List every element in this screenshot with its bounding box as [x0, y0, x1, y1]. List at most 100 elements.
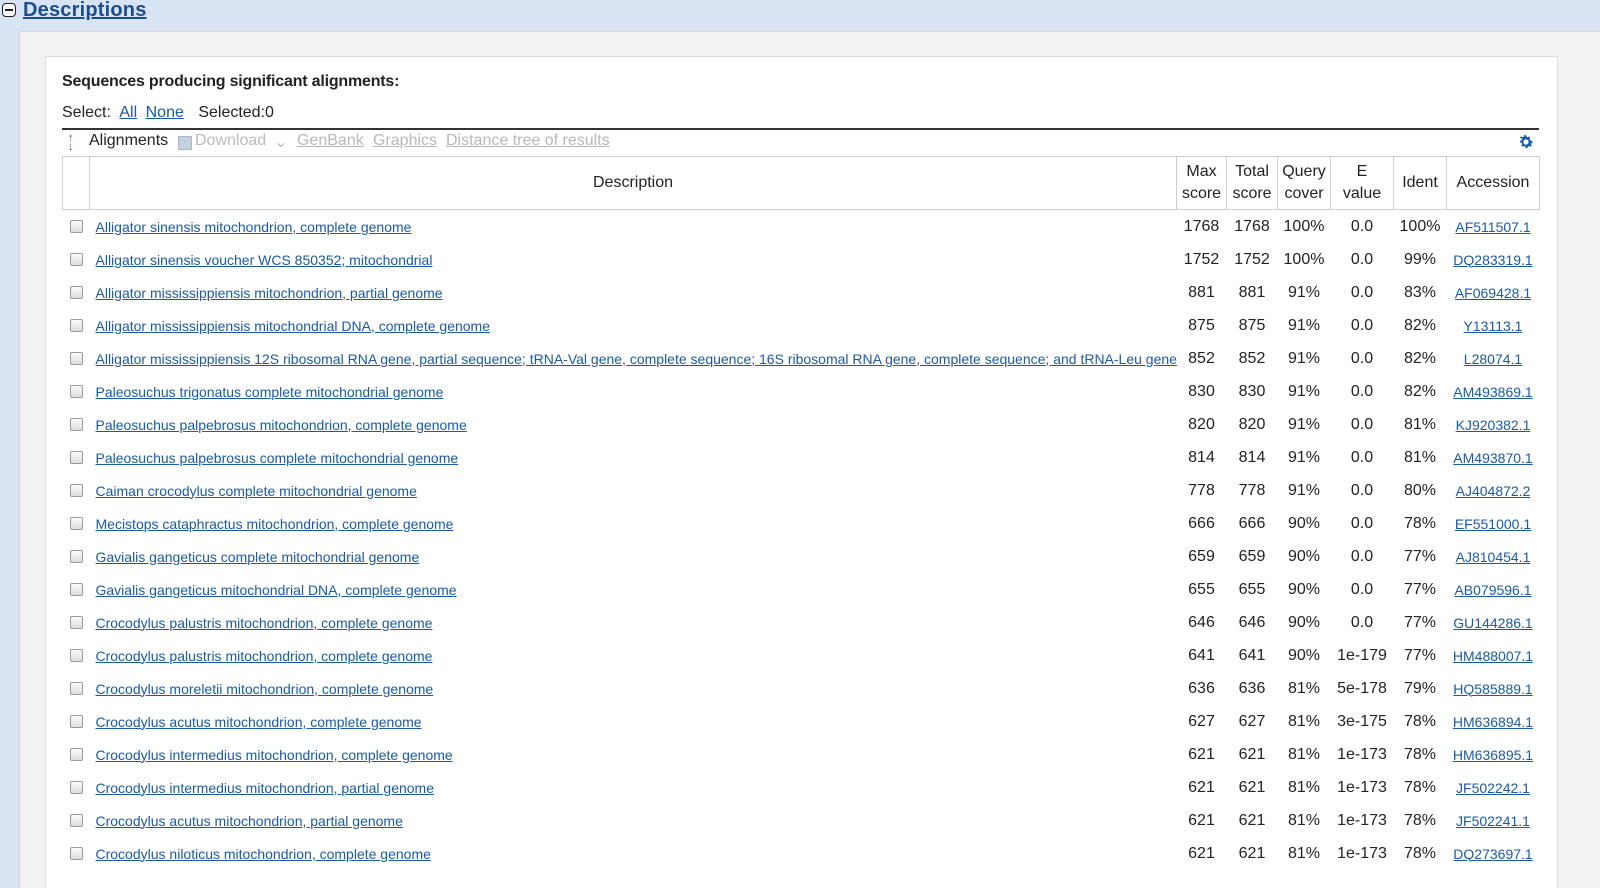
row-e-value: 0.0: [1350, 283, 1374, 301]
row-description-link[interactable]: Alligator sinensis mitochondrion, comple…: [96, 219, 412, 235]
row-accession-link[interactable]: EF551000.1: [1455, 516, 1531, 532]
genbank-link[interactable]: GenBank: [297, 132, 364, 150]
row-checkbox[interactable]: [69, 516, 83, 530]
header-accession[interactable]: Accession: [1446, 156, 1540, 210]
row-description-link[interactable]: Crocodylus intermedius mitochondrion, co…: [96, 747, 453, 763]
row-query-cover: 91%: [1287, 382, 1321, 400]
row-checkbox[interactable]: [69, 252, 83, 266]
row-accession-link[interactable]: AF069428.1: [1455, 285, 1531, 301]
header-description[interactable]: Description: [89, 156, 1177, 210]
select-all-link[interactable]: All: [119, 104, 137, 121]
row-accession-link[interactable]: L28074.1: [1464, 351, 1522, 367]
header-e-value[interactable]: Evalue: [1330, 156, 1394, 210]
row-checkbox[interactable]: [69, 615, 83, 629]
select-none-link[interactable]: None: [146, 104, 184, 121]
row-description-link[interactable]: Alligator mississippiensis 12S ribosomal…: [96, 351, 1177, 367]
row-accession-link[interactable]: AM493869.1: [1453, 384, 1532, 400]
row-accession-link[interactable]: AM493870.1: [1453, 450, 1532, 466]
row-accession-cell: DQ273697.1: [1447, 837, 1540, 870]
row-max-score: 881: [1188, 283, 1215, 301]
gear-icon[interactable]: [1517, 133, 1535, 151]
row-accession-cell: DQ283319.1: [1447, 243, 1540, 276]
row-checkbox[interactable]: [69, 846, 83, 860]
section-title-link[interactable]: Descriptions: [23, 0, 147, 22]
row-checkbox[interactable]: [69, 219, 83, 233]
row-description-link[interactable]: Gavialis gangeticus complete mitochondri…: [96, 549, 420, 565]
row-checkbox[interactable]: [69, 582, 83, 596]
row-accession-link[interactable]: HM488007.1: [1453, 648, 1533, 664]
row-accession-link[interactable]: HM636894.1: [1453, 714, 1533, 730]
table-row: Crocodylus palustris mitochondrion, comp…: [63, 606, 1540, 639]
row-e-value: 1e-173: [1337, 844, 1387, 862]
header-ident[interactable]: Ident: [1393, 156, 1447, 210]
header-e-value-line2: value: [1342, 185, 1382, 202]
row-description-link[interactable]: Crocodylus niloticus mitochondrion, comp…: [96, 846, 431, 862]
row-description-link[interactable]: Paleosuchus palpebrosus mitochondrion, c…: [96, 417, 467, 433]
row-checkbox[interactable]: [69, 747, 83, 761]
row-accession-link[interactable]: HM636895.1: [1453, 747, 1533, 763]
row-accession-link[interactable]: JF502242.1: [1456, 780, 1530, 796]
row-checkbox[interactable]: [69, 813, 83, 827]
header-max-score[interactable]: Max score: [1176, 156, 1227, 210]
row-checkbox[interactable]: [69, 714, 83, 728]
row-accession-link[interactable]: AB079596.1: [1454, 582, 1531, 598]
row-checkbox[interactable]: [69, 318, 83, 332]
row-accession-link[interactable]: AJ404872.2: [1456, 483, 1531, 499]
row-checkbox[interactable]: [69, 285, 83, 299]
row-description-link[interactable]: Alligator mississippiensis mitochondrial…: [96, 318, 491, 334]
row-description-link[interactable]: Crocodylus moreletii mitochondrion, comp…: [96, 681, 434, 697]
row-ident: 99%: [1403, 250, 1437, 268]
row-checkbox[interactable]: [69, 681, 83, 695]
alignments-button[interactable]: Alignments: [89, 132, 168, 150]
row-description-cell: Paleosuchus palpebrosus complete mitocho…: [90, 441, 1177, 474]
row-description-link[interactable]: Crocodylus acutus mitochondrion, complet…: [96, 714, 422, 730]
download-button[interactable]: Download: [195, 132, 266, 150]
graphics-link[interactable]: Graphics: [373, 132, 437, 150]
row-checkbox[interactable]: [69, 483, 83, 497]
row-description-link[interactable]: Crocodylus intermedius mitochondrion, pa…: [96, 780, 435, 796]
row-checkbox[interactable]: [69, 417, 83, 431]
row-checkbox[interactable]: [69, 384, 83, 398]
row-e-value: 0.0: [1350, 250, 1374, 268]
row-description-cell: Alligator mississippiensis mitochondrion…: [90, 276, 1177, 309]
row-description-link[interactable]: Alligator sinensis voucher WCS 850352; m…: [96, 252, 433, 268]
row-ident: 79%: [1403, 679, 1437, 697]
table-row: Crocodylus moreletii mitochondrion, comp…: [63, 672, 1540, 705]
header-total-score[interactable]: Total score: [1226, 156, 1278, 210]
distance-tree-link[interactable]: Distance tree of results: [446, 132, 610, 150]
row-checkbox[interactable]: [69, 780, 83, 794]
row-checkbox[interactable]: [69, 351, 83, 365]
row-description-link[interactable]: Paleosuchus trigonatus complete mitochon…: [96, 384, 444, 400]
header-checkbox-cell: [62, 156, 90, 210]
row-query-cover: 90%: [1287, 613, 1321, 631]
row-accession-link[interactable]: HQ585889.1: [1453, 681, 1532, 697]
row-accession-link[interactable]: GU144286.1: [1453, 615, 1532, 631]
row-description-link[interactable]: Crocodylus palustris mitochondrion, comp…: [96, 648, 433, 664]
table-row: Crocodylus niloticus mitochondrion, comp…: [63, 837, 1540, 870]
header-query-cover[interactable]: Query cover: [1277, 156, 1331, 210]
row-description-link[interactable]: Gavialis gangeticus mitochondrial DNA, c…: [96, 582, 457, 598]
row-description-link[interactable]: Caiman crocodylus complete mitochondrial…: [96, 483, 417, 499]
row-max-score: 852: [1188, 349, 1215, 367]
row-accession-link[interactable]: KJ920382.1: [1456, 417, 1531, 433]
row-checkbox-cell: [63, 375, 90, 408]
row-accession-link[interactable]: DQ273697.1: [1453, 846, 1532, 862]
row-description-cell: Crocodylus acutus mitochondrion, partial…: [90, 804, 1177, 837]
chevron-down-icon[interactable]: ⌄: [274, 132, 287, 152]
row-description-link[interactable]: Crocodylus palustris mitochondrion, comp…: [96, 615, 433, 631]
row-checkbox[interactable]: [69, 450, 83, 464]
alignments-icon[interactable]: ↑ ↓: [68, 133, 82, 153]
row-accession-link[interactable]: Y13113.1: [1464, 318, 1523, 334]
row-description-link[interactable]: Alligator mississippiensis mitochondrion…: [96, 285, 443, 301]
row-description-link[interactable]: Crocodylus acutus mitochondrion, partial…: [96, 813, 403, 829]
row-checkbox[interactable]: [69, 648, 83, 662]
row-e-value: 0.0: [1350, 316, 1374, 334]
row-accession-link[interactable]: JF502241.1: [1456, 813, 1530, 829]
row-checkbox[interactable]: [69, 549, 83, 563]
row-description-link[interactable]: Mecistops cataphractus mitochondrion, co…: [96, 516, 454, 532]
row-accession-link[interactable]: AF511507.1: [1455, 219, 1530, 235]
collapse-icon[interactable]: [2, 3, 16, 17]
row-accession-link[interactable]: DQ283319.1: [1453, 252, 1532, 268]
row-accession-link[interactable]: AJ810454.1: [1456, 549, 1531, 565]
row-description-link[interactable]: Paleosuchus palpebrosus complete mitocho…: [96, 450, 459, 466]
